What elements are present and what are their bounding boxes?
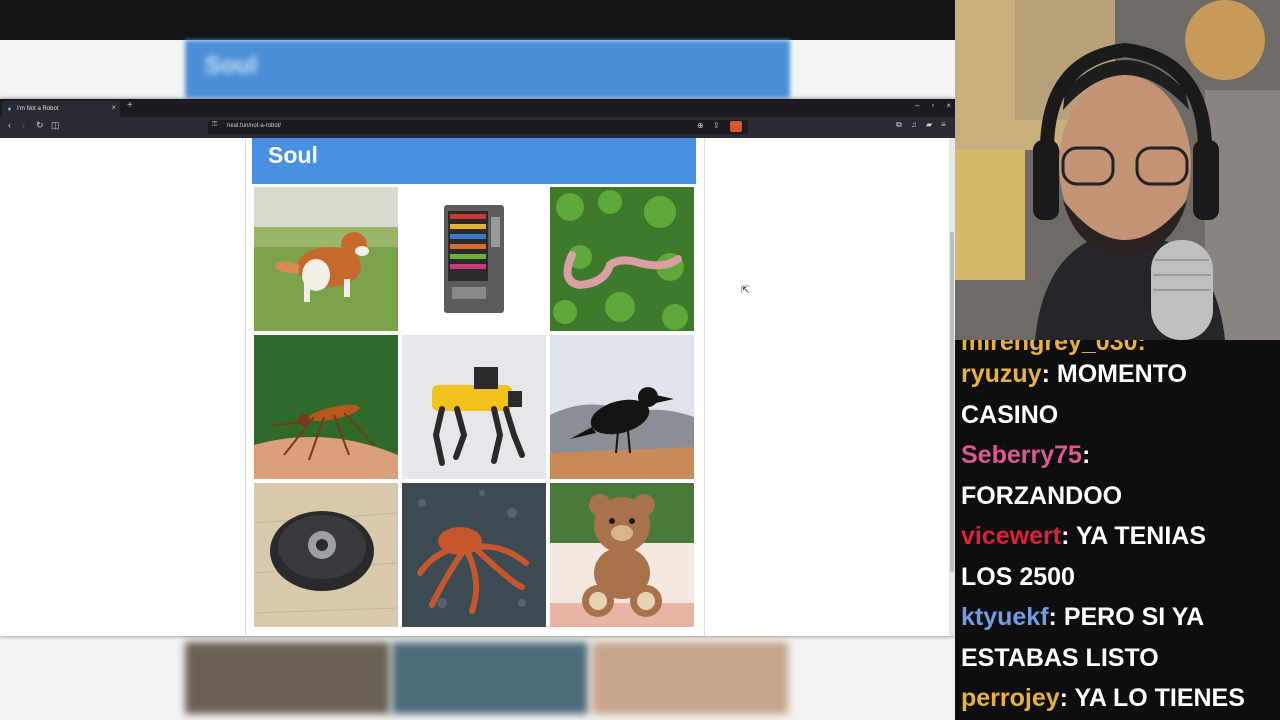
page-viewport: Soul ⇱ <box>0 138 949 636</box>
captcha-image-robot-dog[interactable] <box>402 335 546 479</box>
captcha-header: Soul <box>252 138 696 184</box>
captcha-image-dog[interactable] <box>254 187 398 331</box>
chat-username[interactable]: vicewert <box>961 522 1061 550</box>
background-banner-bar: Soul <box>185 40 790 98</box>
forward-arrow-icon[interactable]: › <box>22 120 25 130</box>
maximize-button[interactable]: ▫ <box>931 101 934 110</box>
captcha-image-crow[interactable] <box>550 335 694 479</box>
background-tile <box>185 642 390 714</box>
chat-colon: : <box>1059 684 1068 712</box>
chat-username[interactable]: ryuzuy <box>961 360 1042 388</box>
captcha-image-earthworm[interactable] <box>550 187 694 331</box>
tab-title: I'm Not a Robot <box>17 106 59 112</box>
background-banner-text: Soul <box>205 52 257 79</box>
address-bar[interactable]: ⚿ neal.fun/not-a-robot/ ⊕ ⇪ <box>208 120 748 134</box>
captcha-image-robot-vacuum[interactable] <box>254 483 398 627</box>
captcha-image-grid <box>254 187 694 627</box>
captcha-image-teddy-bear[interactable] <box>550 483 694 627</box>
scrollbar-thumb[interactable] <box>950 232 954 572</box>
background-top <box>0 0 955 40</box>
chat-message-line: ktyuekf: PERO SI YA <box>961 603 1204 632</box>
webcam-feed <box>955 0 1280 340</box>
chat-message-line: ryuzuy: MOMENTO <box>961 360 1187 389</box>
chat-message-text: MOMENTO <box>1049 360 1187 388</box>
chat-message-line: ESTABAS LISTO <box>961 644 1159 673</box>
captcha-title: Soul <box>268 142 318 168</box>
chat-message-line: FORZANDOO <box>961 482 1122 511</box>
tab-bar: ● I'm Not a Robot × + – ▫ × <box>0 99 955 117</box>
url-text[interactable]: neal.fun/not-a-robot/ <box>227 123 281 129</box>
sidebar-icon[interactable]: ◫ <box>51 120 60 131</box>
chat-message-line: Seberry75: <box>961 441 1090 470</box>
chat-partial-username: mirengrey_030: <box>961 340 1146 356</box>
background-bottom <box>0 636 955 720</box>
chat-message-text: LOS 2500 <box>961 562 1075 591</box>
chat-message-line: LOS 2500 <box>961 563 1075 592</box>
background-banner: Soul <box>0 40 955 100</box>
back-arrow-icon[interactable]: ‹ <box>8 120 11 130</box>
menu-icon[interactable]: ≡ <box>941 120 946 129</box>
share-icon[interactable]: ⇪ <box>713 121 720 130</box>
minimize-button[interactable]: – <box>915 101 919 110</box>
new-tab-button[interactable]: + <box>127 100 133 111</box>
wallet-icon[interactable]: ▰ <box>926 120 932 129</box>
page-favicon-icon: ● <box>7 105 12 113</box>
chat-message-line: perrojey: YA LO TIENES <box>961 684 1245 713</box>
lock-icon: ⚿ <box>212 121 218 128</box>
zoom-icon[interactable]: ⊕ <box>697 121 704 130</box>
close-window-button[interactable]: × <box>946 101 951 110</box>
chat-colon: : <box>1048 603 1057 631</box>
captcha-image-octopus[interactable] <box>402 483 546 627</box>
streamer-webcam-image <box>955 0 1280 340</box>
reload-icon[interactable]: ↻ <box>36 120 44 131</box>
chat-message-text: FORZANDOO <box>961 481 1123 510</box>
captcha-image-vending-machine[interactable] <box>402 187 546 331</box>
chat-message-text: : <box>1081 441 1091 469</box>
browser-window: ● I'm Not a Robot × + – ▫ × ‹ › ↻ ◫ ⚿ ne… <box>0 99 955 636</box>
brave-shield-icon[interactable] <box>730 121 742 132</box>
stream-chat: mirengrey_030: ryuzuy: MOMENTO CASINO Sebe… <box>955 340 1280 720</box>
chat-message-text: PERO SI YA <box>1056 603 1205 631</box>
chat-message-line: CASINO <box>961 401 1058 430</box>
media-icon[interactable]: ♫ <box>911 120 917 129</box>
background-tile <box>392 642 588 714</box>
mouse-cursor-icon: ⇱ <box>741 285 750 296</box>
chat-message-line: vicewert: YA TENIAS <box>961 522 1206 551</box>
tab-not-a-robot[interactable]: ● I'm Not a Robot × <box>2 101 120 117</box>
extensions-icon[interactable]: ⧉ <box>896 120 902 130</box>
chat-username[interactable]: Seberry75 <box>961 441 1082 469</box>
chat-message-text: YA TENIAS <box>1069 522 1207 550</box>
chat-message-text: ESTABAS LISTO <box>961 643 1159 672</box>
tab-close-icon[interactable]: × <box>111 103 116 112</box>
captcha-panel: Soul <box>245 138 705 636</box>
background-tile <box>592 642 788 714</box>
chat-message-text: YA LO TIENES <box>1068 684 1245 712</box>
navigation-bar: ‹ › ↻ ◫ ⚿ neal.fun/not-a-robot/ ⊕ ⇪ ⧉ ♫ … <box>0 117 955 139</box>
chat-username[interactable]: perrojey <box>961 684 1060 712</box>
chat-colon: : <box>1041 360 1050 388</box>
captcha-image-mosquito[interactable] <box>254 335 398 479</box>
chat-username[interactable]: ktyuekf <box>961 603 1049 631</box>
chat-message-text: CASINO <box>961 400 1059 429</box>
window-controls: – ▫ × <box>915 101 951 110</box>
